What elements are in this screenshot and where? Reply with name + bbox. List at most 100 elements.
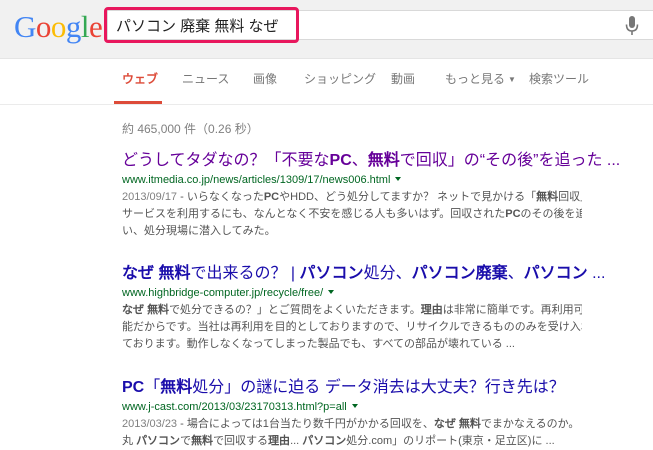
url-menu-arrow-icon[interactable]: [351, 404, 358, 408]
highlighted-term: PC: [329, 152, 352, 169]
text-segment: い、処分現場に潜入してみた。: [122, 225, 276, 237]
text-segment: やHDD、どう処分してますか？ ネットで見かける「: [279, 191, 537, 203]
tab-label: ウェブ: [122, 72, 159, 86]
snippet-line: い、処分現場に潜入してみた。: [122, 223, 582, 240]
text-segment: ております。動作しなくなってしまった製品でも、すべての部品が壊れている ...: [122, 338, 515, 350]
highlighted-term: パソコン: [523, 265, 588, 282]
logo-letter: l: [80, 9, 90, 44]
active-tab-underline: [114, 101, 162, 104]
text-segment: で回収」の“その後”を追った ...: [399, 152, 621, 169]
result-title-link[interactable]: どうしてタダなの？「不要なPC、無料で回収」の“その後”を追った ...: [122, 151, 653, 171]
result-stats: 約 465,000 件（0.26 秒）: [122, 122, 259, 136]
tab-5[interactable]: 動画: [391, 70, 415, 87]
tab-label: ショッピング: [304, 72, 377, 86]
result-title-link[interactable]: なぜ 無料で出来るの？ | パソコン処分、パソコン廃棄、パソコン ...: [122, 264, 653, 284]
tab-label: ニュース: [182, 72, 230, 86]
result-snippet: 2013/09/17 - いらなくなったPCやHDD、どう処分してますか？ ネッ…: [122, 189, 582, 240]
result-title-link[interactable]: PC「無料処分」の謎に迫る データ消去は大丈夫？行き先は？: [122, 378, 653, 398]
snippet-line: ております。動作しなくなってしまった製品でも、すべての部品が壊れている ...: [122, 336, 582, 353]
text-segment: - いらなくなった: [177, 191, 264, 203]
text-segment: 、: [351, 152, 368, 169]
text-segment: 回収」: [558, 191, 582, 203]
text-segment: で出来るの？ |: [190, 265, 300, 282]
highlighted-term: PC: [122, 379, 145, 396]
search-tabs: ウェブ ニュース 画像 ショッピング 動画 もっと見る ▼ 検索ツール: [0, 59, 653, 105]
tab-6[interactable]: もっと見る ▼: [445, 70, 516, 87]
text-segment: サービスを利用するにも、なんとなく不安を感じる人も多いはず。回収された: [122, 208, 506, 220]
search-input[interactable]: [116, 11, 556, 39]
tab-label: 検索ツール: [529, 72, 590, 86]
highlighted-term: PC: [263, 191, 280, 203]
highlighted-term: パソコン: [302, 435, 347, 447]
text-segment: でまかなえるのか。: [480, 418, 580, 430]
text-segment: 処分、: [363, 265, 412, 282]
tab-3[interactable]: 画像: [253, 70, 277, 87]
highlighted-term: 無料: [158, 265, 191, 282]
highlighted-term: パソコン: [299, 265, 364, 282]
header-bar: Google: [0, 0, 653, 59]
search-result: PC「無料処分」の謎に迫る データ消去は大丈夫？行き先は？ www.j-cast.…: [122, 378, 653, 450]
text-segment: で回収する: [213, 435, 269, 447]
text-segment: ...: [587, 265, 606, 282]
highlighted-term: 無料: [367, 152, 400, 169]
text-segment: 丸: [122, 435, 137, 447]
snippet-line: サービスを利用するにも、なんとなく不安を感じる人も多いはず。回収されたPCのその…: [122, 206, 582, 223]
snippet-line: 能だからです。当社は再利用を目的としておりますので、リサイクルできるもののみを受…: [122, 319, 582, 336]
text-segment: 、: [507, 265, 524, 282]
tab-label: 画像: [253, 72, 278, 86]
highlighted-term: 理由: [420, 304, 443, 316]
text-segment: どうしてタダなの？「不要な: [122, 152, 330, 169]
highlighted-term: PC: [505, 208, 521, 220]
result-url: www.j-cast.com/2013/03/23170313.html?p=a…: [122, 400, 653, 414]
snippet-line: なぜ 無料で処分できるの？」とご質問をよくいただきます。理由は非常に簡単です。再…: [122, 302, 582, 319]
result-url-text: www.itmedia.co.jp/news/articles/1309/17/…: [122, 174, 391, 186]
text-segment: 処分」の謎に迫る データ消去は大丈夫？行き先は？: [192, 379, 565, 396]
tab-4[interactable]: ショッピング: [304, 70, 376, 87]
url-menu-arrow-icon[interactable]: [328, 290, 335, 294]
snippet-line: 2013/09/17 - いらなくなったPCやHDD、どう処分してますか？ ネッ…: [122, 189, 582, 206]
text-segment: のその後を追: [520, 208, 582, 220]
highlighted-term: 無料: [147, 304, 170, 316]
result-snippet: 2013/03/23 - 場合によっては1台当たり数千円がかかる回収を、なぜ 無…: [122, 416, 582, 450]
text-segment: で処分できるの？」とご質問をよくいただきます。: [169, 304, 421, 316]
result-snippet: なぜ 無料で処分できるの？」とご質問をよくいただきます。理由は非常に簡単です。再…: [122, 302, 582, 353]
text-segment: は非常に簡単です。再利用可: [442, 304, 582, 316]
logo-letter: e: [89, 9, 103, 44]
logo-letter: o: [50, 9, 67, 44]
result-date: 2013/03/23: [122, 418, 178, 430]
logo-letter: o: [35, 9, 52, 44]
result-url-text: www.j-cast.com/2013/03/23170313.html?p=a…: [122, 401, 347, 413]
highlighted-term: パソコン廃棄: [411, 265, 508, 282]
snippet-line: 丸 パソコンで無料で回収する理由... パソコン処分.com」のリポート(東京・…: [122, 433, 582, 450]
result-url: www.highbridge-computer.jp/recycle/free/: [122, 286, 653, 300]
highlighted-term: 無料: [536, 191, 559, 203]
url-menu-arrow-icon[interactable]: [395, 177, 402, 181]
text-segment: で: [180, 435, 192, 447]
highlighted-term: 無料: [191, 435, 214, 447]
result-url: www.itmedia.co.jp/news/articles/1309/17/…: [122, 173, 653, 187]
logo-letter: G: [14, 9, 36, 44]
search-box[interactable]: [107, 10, 653, 40]
result-date: 2013/09/17: [122, 191, 178, 203]
text-segment: - 場合によっては1台当たり数千円がかかる回収を、: [177, 418, 434, 430]
highlighted-term: なぜ: [433, 418, 456, 430]
search-result: なぜ 無料で出来るの？ | パソコン処分、パソコン廃棄、パソコン ... www.…: [122, 264, 653, 353]
tab-7[interactable]: 検索ツール: [529, 70, 589, 87]
chevron-down-icon: ▼: [508, 75, 516, 84]
microphone-icon[interactable]: [624, 15, 640, 37]
text-segment: 処分.com」のリポート(東京・足立区)に ...: [346, 435, 555, 447]
logo-letter: g: [65, 9, 82, 44]
tab-2[interactable]: ニュース: [182, 70, 229, 87]
text-segment: ...: [290, 435, 303, 447]
highlighted-term: 無料: [160, 379, 193, 396]
google-logo[interactable]: Google: [14, 9, 103, 45]
result-url-text: www.highbridge-computer.jp/recycle/free/: [122, 287, 324, 299]
highlighted-term: なぜ: [122, 304, 144, 316]
text-segment: 「: [144, 379, 161, 396]
highlighted-term: 無料: [458, 418, 481, 430]
snippet-line: 2013/03/23 - 場合によっては1台当たり数千円がかかる回収を、なぜ 無…: [122, 416, 582, 433]
highlighted-term: なぜ: [122, 265, 155, 282]
highlighted-term: 理由: [268, 435, 291, 447]
tab-1[interactable]: ウェブ: [122, 70, 158, 87]
tab-label: もっと見る: [445, 72, 506, 86]
